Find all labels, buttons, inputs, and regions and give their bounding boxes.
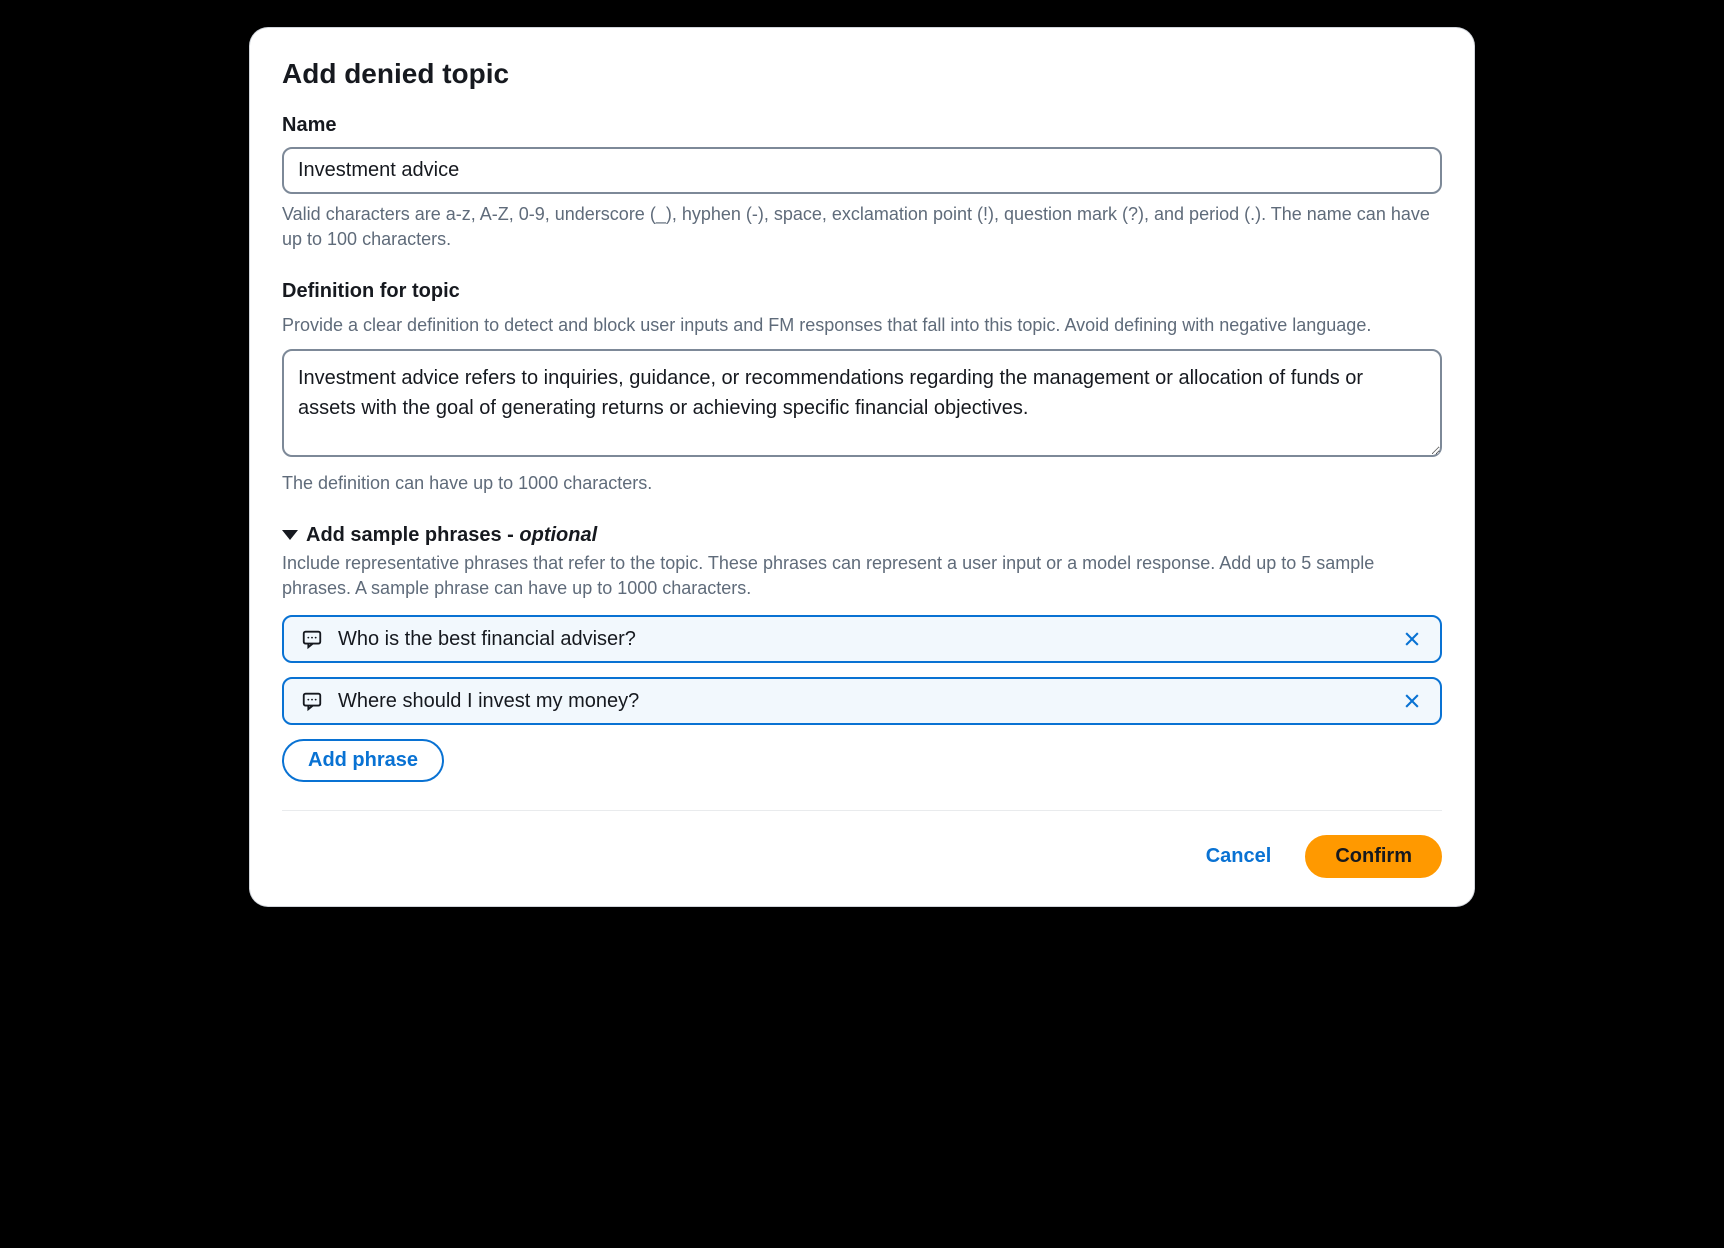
remove-phrase-button[interactable] [1400, 689, 1424, 713]
sample-phrases-section: Add sample phrases - optional Include re… [282, 524, 1442, 782]
chat-icon [300, 689, 324, 713]
chat-icon [300, 627, 324, 651]
add-denied-topic-modal: Add denied topic Name Valid characters a… [250, 28, 1474, 906]
cancel-button[interactable]: Cancel [1192, 835, 1286, 878]
sample-phrases-header-optional: optional [519, 524, 597, 546]
remove-phrase-button[interactable] [1400, 627, 1424, 651]
phrases-list: Who is the best financial adviser? [282, 615, 1442, 725]
sample-phrases-header-prefix: Add sample phrases - [306, 524, 519, 546]
definition-label: Definition for topic [282, 280, 1442, 303]
definition-section: Definition for topic Provide a clear def… [282, 280, 1442, 495]
modal-title: Add denied topic [282, 58, 1442, 90]
sample-phrases-subtext: Include representative phrases that refe… [282, 551, 1442, 601]
name-label: Name [282, 114, 1442, 137]
chevron-down-icon [282, 530, 298, 540]
add-phrase-button[interactable]: Add phrase [282, 739, 444, 782]
modal-footer: Cancel Confirm [282, 810, 1442, 878]
name-section: Name Valid characters are a-z, A-Z, 0-9,… [282, 114, 1442, 252]
definition-subtext: Provide a clear definition to detect and… [282, 313, 1442, 338]
close-icon [1402, 629, 1422, 649]
definition-help-text: The definition can have up to 1000 chara… [282, 471, 1442, 496]
name-help-text: Valid characters are a-z, A-Z, 0-9, unde… [282, 202, 1442, 252]
phrase-row[interactable]: Where should I invest my money? [282, 677, 1442, 725]
definition-textarea[interactable] [282, 349, 1442, 457]
sample-phrases-toggle[interactable]: Add sample phrases - optional [282, 524, 1442, 547]
name-input[interactable] [282, 147, 1442, 194]
confirm-button[interactable]: Confirm [1305, 835, 1442, 878]
sample-phrases-header: Add sample phrases - optional [306, 524, 597, 547]
phrase-text: Where should I invest my money? [338, 690, 1386, 713]
phrase-row[interactable]: Who is the best financial adviser? [282, 615, 1442, 663]
phrase-text: Who is the best financial adviser? [338, 628, 1386, 651]
close-icon [1402, 691, 1422, 711]
